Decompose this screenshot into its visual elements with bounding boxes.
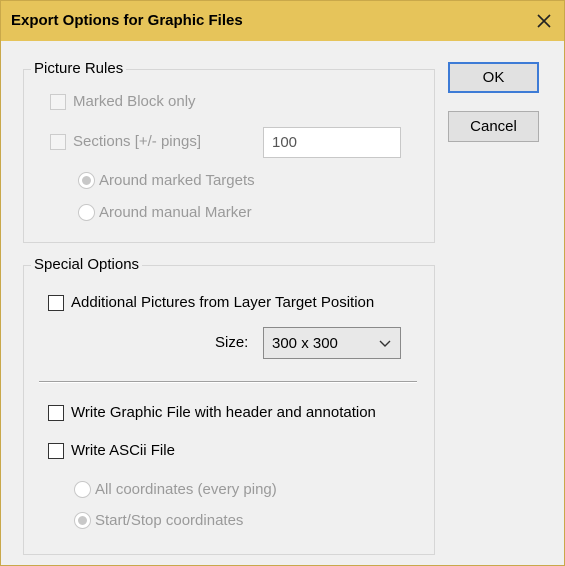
title-bar: Export Options for Graphic Files bbox=[1, 1, 564, 41]
sections-pings-input[interactable]: 100 bbox=[263, 127, 401, 158]
around-manual-marker-radio[interactable] bbox=[78, 204, 95, 221]
around-marked-targets-option[interactable]: Around marked Targets bbox=[78, 172, 255, 189]
write-ascii-file-checkbox[interactable] bbox=[48, 442, 64, 459]
sections-label: Sections [+/- pings] bbox=[73, 133, 201, 150]
chevron-down-icon bbox=[379, 340, 391, 347]
all-coordinates-option[interactable]: All coordinates (every ping) bbox=[74, 481, 277, 498]
all-coordinates-label: All coordinates (every ping) bbox=[95, 481, 277, 498]
special-options-legend: Special Options bbox=[31, 256, 143, 274]
separator-line bbox=[39, 381, 417, 383]
all-coordinates-radio[interactable] bbox=[74, 481, 91, 498]
write-ascii-file-label: Write ASCii File bbox=[71, 442, 175, 459]
write-graphic-file-label: Write Graphic File with header and annot… bbox=[71, 404, 376, 421]
start-stop-coordinates-radio[interactable] bbox=[74, 512, 91, 529]
additional-pictures-option[interactable]: Additional Pictures from Layer Target Po… bbox=[48, 294, 374, 311]
sections-checkbox[interactable] bbox=[50, 133, 66, 150]
close-button[interactable] bbox=[530, 7, 558, 35]
around-manual-marker-option[interactable]: Around manual Marker bbox=[78, 204, 252, 221]
size-label: Size: bbox=[215, 334, 249, 351]
size-dropdown[interactable]: 300 x 300 bbox=[263, 327, 401, 359]
write-graphic-file-checkbox[interactable] bbox=[48, 404, 64, 421]
size-label-row: Size: bbox=[215, 334, 248, 351]
size-dropdown-value: 300 x 300 bbox=[272, 334, 338, 352]
picture-rules-legend: Picture Rules bbox=[31, 60, 127, 78]
close-icon bbox=[537, 14, 551, 28]
ok-button[interactable]: OK bbox=[448, 62, 539, 93]
cancel-button[interactable]: Cancel bbox=[448, 111, 539, 142]
export-options-dialog: Export Options for Graphic Files OK Canc… bbox=[0, 0, 565, 566]
marked-block-only-label: Marked Block only bbox=[73, 93, 196, 110]
start-stop-coordinates-option[interactable]: Start/Stop coordinates bbox=[74, 512, 243, 529]
write-ascii-file-option[interactable]: Write ASCii File bbox=[48, 442, 175, 459]
write-graphic-file-option[interactable]: Write Graphic File with header and annot… bbox=[48, 404, 376, 421]
sections-option[interactable]: Sections [+/- pings] bbox=[50, 133, 201, 150]
window-title: Export Options for Graphic Files bbox=[11, 12, 243, 29]
cancel-button-label: Cancel bbox=[470, 118, 517, 135]
around-manual-marker-label: Around manual Marker bbox=[99, 204, 252, 221]
marked-block-only-option[interactable]: Marked Block only bbox=[50, 93, 196, 110]
marked-block-only-checkbox[interactable] bbox=[50, 93, 66, 110]
sections-pings-value: 100 bbox=[272, 134, 298, 151]
around-marked-targets-radio[interactable] bbox=[78, 172, 95, 189]
around-marked-targets-label: Around marked Targets bbox=[99, 172, 255, 189]
ok-button-label: OK bbox=[482, 69, 505, 86]
additional-pictures-checkbox[interactable] bbox=[48, 294, 64, 311]
start-stop-coordinates-label: Start/Stop coordinates bbox=[95, 512, 244, 529]
additional-pictures-label: Additional Pictures from Layer Target Po… bbox=[71, 294, 375, 311]
